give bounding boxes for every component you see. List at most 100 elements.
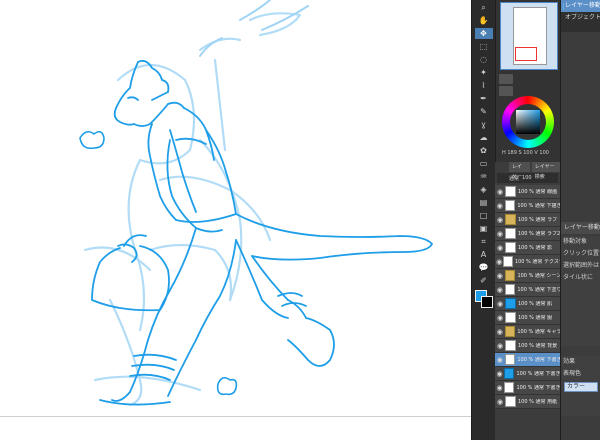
- layer-name: 100 % 通常 ラフ2: [517, 230, 560, 237]
- airbrush-icon[interactable]: ☁: [475, 132, 493, 143]
- layer-name: 100 % 通常 背景: [518, 342, 558, 349]
- eyedropper-icon[interactable]: ⌇: [475, 80, 493, 91]
- visibility-eye-icon[interactable]: ◉: [495, 314, 505, 322]
- sketch-drawing: [79, 0, 433, 407]
- layer-row[interactable]: ◉ 100 % 通常 ラフ2: [495, 227, 560, 241]
- subtool-item-object[interactable]: オブジェクト: [561, 12, 600, 24]
- layer-name: 100 % 通常 シーン: [517, 272, 560, 279]
- layer-row[interactable]: ◉ 100 % 通常 背景: [495, 339, 560, 353]
- visibility-eye-icon[interactable]: ◉: [495, 188, 505, 196]
- layer-row[interactable]: ◉ 100 % 通常 キャラ: [495, 325, 560, 339]
- layer-name: 100 % 通常 用紙: [518, 398, 558, 405]
- layer-row[interactable]: ◉ 100 % 通常 シーン: [495, 269, 560, 283]
- sub-color-swatch[interactable]: [480, 296, 493, 308]
- layer-name: 100 % 通常 下書き2: [516, 370, 560, 377]
- layer-name: 100 % 通常 肌: [518, 300, 553, 307]
- hsv-readout: H 189 S 100 V 100: [502, 150, 549, 156]
- visibility-eye-icon[interactable]: ◉: [495, 230, 505, 238]
- visibility-eye-icon[interactable]: ◉: [495, 300, 505, 308]
- magic-wand-icon[interactable]: ✦: [475, 67, 493, 78]
- layer-thumbnail: [504, 354, 516, 365]
- visibility-eye-icon[interactable]: ◉: [495, 244, 505, 252]
- visibility-eye-icon[interactable]: ◉: [495, 258, 503, 266]
- frame-icon[interactable]: ▣: [475, 223, 493, 234]
- layer-row[interactable]: ◉ 100 % 通常 下描き: [495, 199, 560, 213]
- tab-layer-search[interactable]: レイヤー検索: [531, 162, 560, 180]
- property-outside-selection[interactable]: 選択範囲外は: [561, 260, 600, 272]
- blend-mode-select[interactable]: 通常: [509, 175, 519, 182]
- layer-row[interactable]: ◉ 100 % 通常 影: [495, 241, 560, 255]
- property-move-target[interactable]: 移動対象: [561, 236, 600, 248]
- navigator-view-frame[interactable]: [515, 47, 537, 61]
- hand-icon[interactable]: ✋: [475, 15, 493, 26]
- saturation-value-square[interactable]: [516, 110, 540, 134]
- blend-icon[interactable]: ♒: [475, 171, 493, 182]
- visibility-eye-icon[interactable]: ◉: [495, 398, 505, 406]
- visibility-eye-icon[interactable]: ◉: [495, 342, 505, 350]
- layer-list: ◉ 100 % 通常 線画 ◉ 100 % 通常 下描き ◉ 100 % 通常 ラフ ◉ 10…: [495, 185, 560, 409]
- layer-row[interactable]: ◉ 100 % 通常 ラフ: [495, 213, 560, 227]
- lasso-icon[interactable]: ◌: [475, 54, 493, 65]
- opacity-value[interactable]: 100: [522, 175, 532, 181]
- decoration-icon[interactable]: ✿: [475, 145, 493, 156]
- visibility-eye-icon[interactable]: ◉: [495, 328, 505, 336]
- sub-tool-panel: レイヤー移動 オブジェクト レイヤー移動 移動対象 クリック位置で 選択範囲外は…: [560, 0, 600, 440]
- color-wheel[interactable]: [502, 96, 554, 148]
- visibility-eye-icon[interactable]: ◉: [495, 384, 504, 392]
- eraser-icon[interactable]: ▭: [475, 158, 493, 169]
- layer-row[interactable]: ◉ 100 % 通常 線画: [495, 185, 560, 199]
- layer-thumbnail: [505, 340, 516, 351]
- navigator-panel[interactable]: [500, 2, 558, 70]
- move-icon[interactable]: ✥: [474, 28, 493, 39]
- brush-icon[interactable]: ɣ: [475, 119, 493, 130]
- layer-row[interactable]: ◉ 100 % 通常 用紙: [495, 395, 560, 409]
- text-icon[interactable]: A: [475, 249, 493, 260]
- visibility-eye-icon[interactable]: ◉: [495, 370, 504, 378]
- tool-list: ⌕ ✋ ✥ ⬚ ◌ ✦ ⌇ ✒ ✎ ɣ ☁ ✿ ▭ ♒ ◈ ▤ □ ▣ ⌗ A 💬 ✐: [472, 2, 495, 286]
- pencil-icon[interactable]: ✎: [475, 106, 493, 117]
- folder-icon: [504, 326, 516, 337]
- ruler-icon[interactable]: ⌗: [475, 236, 493, 247]
- subtool-item-label: レイヤー移動: [565, 2, 600, 9]
- visibility-eye-icon[interactable]: ◉: [495, 286, 505, 294]
- sub-tool-icon[interactable]: [499, 86, 513, 96]
- layer-panel: レイヤー レイヤー検索 通常 100 ◉ 100 % 通常 線画 ◉ 100 % 通常…: [495, 162, 560, 440]
- drawing-canvas[interactable]: [0, 0, 471, 440]
- visibility-eye-icon[interactable]: ◉: [495, 202, 505, 210]
- visibility-eye-icon[interactable]: ◉: [495, 216, 505, 224]
- app-window: ⌕ ✋ ✥ ⬚ ◌ ✦ ⌇ ✒ ✎ ɣ ☁ ✿ ▭ ♒ ◈ ▤ □ ▣ ⌗ A 💬 ✐ H 189 S 100 V 100…: [0, 0, 600, 440]
- layer-thumbnail: [504, 382, 515, 393]
- visibility-eye-icon[interactable]: ◉: [495, 272, 505, 280]
- tab-layer[interactable]: レイヤー: [509, 162, 530, 180]
- layer-row[interactable]: ◉ 100 % 通常 下書き3: [495, 381, 560, 395]
- transform-icon[interactable]: ⬚: [475, 41, 493, 52]
- sub-tool-header-area: レイヤー移動 オブジェクト: [561, 0, 600, 32]
- layer-row[interactable]: ◉ 100 % 通常 下書き2: [495, 367, 560, 381]
- sub-tool-icon[interactable]: [499, 74, 513, 84]
- color-swatch[interactable]: [474, 290, 493, 308]
- property-tile[interactable]: タイル状に: [561, 272, 600, 284]
- expression-color-select[interactable]: カラー: [564, 382, 598, 392]
- layer-row[interactable]: ◉ 100 % 通常 下書き: [495, 353, 560, 367]
- layer-thumbnail: [504, 368, 515, 379]
- pen-icon[interactable]: ✒: [475, 93, 493, 104]
- layer-name: 100 % 通常 影: [518, 244, 553, 251]
- layer-row[interactable]: ◉ 100 % 通常 服: [495, 311, 560, 325]
- layer-thumbnail: [504, 284, 516, 295]
- figure-icon[interactable]: □: [475, 210, 493, 221]
- property-click-position[interactable]: クリック位置で: [561, 248, 600, 260]
- layer-name: 100 % 通常 キャラ: [517, 328, 560, 335]
- tool-property-header: レイヤー移動: [561, 222, 600, 234]
- visibility-eye-icon[interactable]: ◉: [495, 356, 505, 364]
- subtool-item-layer-move[interactable]: レイヤー移動: [561, 0, 600, 12]
- layer-name: 100 % 通常 線画: [518, 188, 558, 195]
- tool-palette: ⌕ ✋ ✥ ⬚ ◌ ✦ ⌇ ✒ ✎ ɣ ☁ ✿ ▭ ♒ ◈ ▤ □ ▣ ⌗ A 💬 ✐: [471, 0, 495, 440]
- fill-icon[interactable]: ◈: [475, 184, 493, 195]
- layer-row[interactable]: ◉ 100 % 通常 テクスチャ: [495, 255, 560, 269]
- layer-row[interactable]: ◉ 100 % 通常 下塗り: [495, 283, 560, 297]
- gradient-icon[interactable]: ▤: [475, 197, 493, 208]
- zoom-icon[interactable]: ⌕: [475, 2, 493, 13]
- layer-row[interactable]: ◉ 100 % 通常 肌: [495, 297, 560, 311]
- balloon-icon[interactable]: 💬: [475, 262, 493, 273]
- correct-line-icon[interactable]: ✐: [475, 275, 493, 286]
